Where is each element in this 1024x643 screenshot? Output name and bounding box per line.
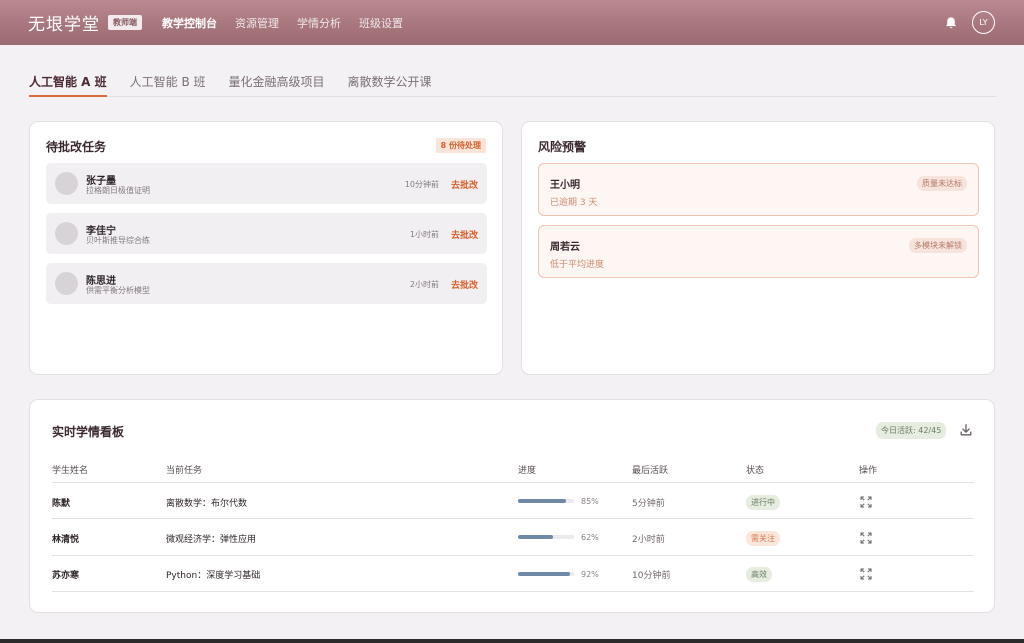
tab-ai-class-a[interactable]: 人工智能 A 班 <box>29 66 107 97</box>
alert-item[interactable]: 周若云 低于平均进度 多模块未解锁 <box>538 225 979 278</box>
student-name: 王小明 <box>550 180 580 191</box>
expand-icon[interactable] <box>860 496 872 508</box>
header-actions: LY <box>944 11 995 34</box>
submit-time: 1小时前 <box>409 230 439 239</box>
progress-fill <box>518 535 553 539</box>
tab-discrete-math[interactable]: 离散数学公开课 <box>348 66 432 96</box>
expand-icon[interactable] <box>860 532 872 544</box>
column-header-last-active: 最后活跃 <box>632 466 669 476</box>
risk-alert-title: 风险预警 <box>538 140 587 154</box>
column-header-status: 状态 <box>746 466 765 476</box>
task-item: 陈思进 供需平衡分析模型 2小时前 去批改 <box>46 263 487 304</box>
alert-description: 已逾期 3 天 <box>550 198 598 208</box>
role-badge: 教师端 <box>108 15 142 30</box>
active-count-badge: 今日活跃: 42/45 <box>876 422 947 439</box>
pending-tasks-card: 待批改任务 8 份待处理 张子墨 拉格朗日极值证明 10分钟前 去批改 李佳宁 … <box>29 121 503 375</box>
last-active: 5分钟前 <box>632 499 665 509</box>
nav-item-console[interactable]: 教学控制台 <box>162 15 217 31</box>
avatar <box>55 172 78 195</box>
progress-bar <box>518 499 574 503</box>
expand-icon[interactable] <box>860 568 872 580</box>
last-active: 10分钟前 <box>632 571 671 581</box>
tab-quant-finance[interactable]: 量化金融高级项目 <box>229 66 325 96</box>
main-nav: 教学控制台 资源管理 学情分析 班级设置 <box>162 15 421 31</box>
current-task: 离散数学：布尔代数 <box>166 499 248 509</box>
tab-ai-class-b[interactable]: 人工智能 B 班 <box>130 66 206 96</box>
user-avatar[interactable]: LY <box>972 11 995 34</box>
table-divider <box>52 555 974 556</box>
student-name: 林清悦 <box>52 535 80 545</box>
submit-time: 2小时前 <box>409 280 439 289</box>
avatar <box>55 272 78 295</box>
download-icon[interactable] <box>959 423 973 437</box>
class-tabs: 人工智能 A 班 人工智能 B 班 量化金融高级项目 离散数学公开课 <box>29 66 996 97</box>
table-divider <box>52 482 974 483</box>
grade-button[interactable]: 去批改 <box>451 278 478 291</box>
bell-icon[interactable] <box>944 16 958 30</box>
task-item: 张子墨 拉格朗日极值证明 10分钟前 去批改 <box>46 163 487 204</box>
dashboard-title: 实时学情看板 <box>52 425 125 439</box>
current-task: Python：深度学习基础 <box>166 571 261 581</box>
submit-time: 10分钟前 <box>404 180 439 189</box>
status-badge: 高效 <box>746 567 772 582</box>
pending-tasks-title: 待批改任务 <box>46 140 107 154</box>
nav-item-resources[interactable]: 资源管理 <box>235 15 279 31</box>
pending-count-badge: 8 份待处理 <box>435 138 486 153</box>
progress-bar <box>518 535 574 539</box>
risk-alert-card: 风险预警 王小明 已逾期 3 天 质量未达标 周若云 低于平均进度 多模块未解锁 <box>521 121 995 375</box>
progress-percent: 85% <box>581 497 599 506</box>
grade-button[interactable]: 去批改 <box>451 228 478 241</box>
alert-tag: 多模块未解锁 <box>909 238 967 253</box>
alert-item[interactable]: 王小明 已逾期 3 天 质量未达标 <box>538 163 979 216</box>
task-title: 拉格朗日极值证明 <box>86 186 150 195</box>
progress-percent: 62% <box>581 533 599 542</box>
alert-description: 低于平均进度 <box>550 260 605 270</box>
progress-fill <box>518 572 570 576</box>
student-name: 陈默 <box>52 499 71 509</box>
student-name: 苏亦寒 <box>52 571 80 581</box>
live-dashboard-card: 实时学情看板 今日活跃: 42/45 学生姓名 当前任务 进度 最后活跃 状态 … <box>29 399 995 613</box>
top-nav-bar: 无垠学堂 教师端 教学控制台 资源管理 学情分析 班级设置 LY <box>0 0 1024 45</box>
last-active: 2小时前 <box>632 535 665 545</box>
task-title: 贝叶斯推导综合练 <box>86 236 150 245</box>
current-task: 微观经济学：弹性应用 <box>166 535 257 545</box>
column-header-progress: 进度 <box>518 466 537 476</box>
status-badge: 进行中 <box>746 495 780 510</box>
nav-item-class-settings[interactable]: 班级设置 <box>359 15 403 31</box>
task-title: 供需平衡分析模型 <box>86 286 150 295</box>
table-divider <box>52 518 974 519</box>
grade-button[interactable]: 去批改 <box>451 178 478 191</box>
progress-bar <box>518 572 574 576</box>
task-item: 李佳宁 贝叶斯推导综合练 1小时前 去批改 <box>46 213 487 254</box>
column-header-name: 学生姓名 <box>52 466 89 476</box>
app-logo[interactable]: 无垠学堂 <box>28 10 100 35</box>
bottom-edge <box>0 639 1024 643</box>
table-divider <box>52 591 974 592</box>
progress-fill <box>518 499 566 503</box>
student-name: 周若云 <box>550 242 580 253</box>
column-header-action: 操作 <box>859 466 878 476</box>
status-badge: 需关注 <box>746 531 780 546</box>
progress-percent: 92% <box>581 570 599 579</box>
column-header-task: 当前任务 <box>166 466 203 476</box>
avatar <box>55 222 78 245</box>
nav-item-analytics[interactable]: 学情分析 <box>297 15 341 31</box>
alert-tag: 质量未达标 <box>917 176 967 191</box>
